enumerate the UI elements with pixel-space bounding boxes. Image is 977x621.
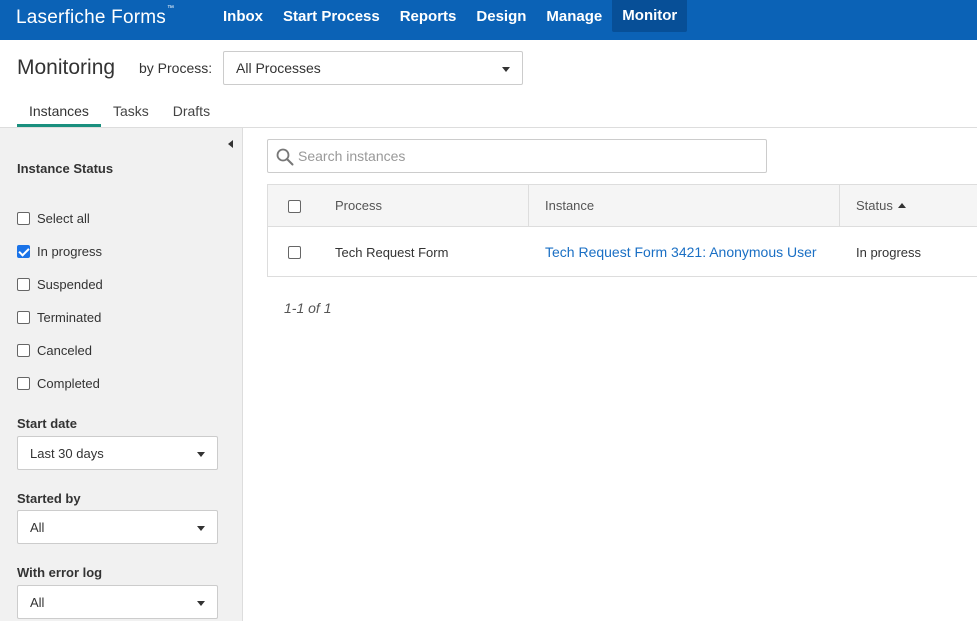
- started-by-select[interactable]: All: [17, 510, 218, 544]
- started-by-value: All: [30, 520, 45, 535]
- start-date-label: Start date: [17, 416, 77, 431]
- canceled-checkbox[interactable]: [17, 344, 30, 357]
- process-select-value: All Processes: [236, 60, 321, 76]
- top-nav-bar: Laserfiche Forms™ Inbox Start Process Re…: [0, 0, 977, 40]
- collapse-sidebar-icon[interactable]: [228, 140, 233, 148]
- status-in-progress[interactable]: In progress: [17, 235, 103, 268]
- status-terminated[interactable]: Terminated: [17, 301, 103, 334]
- error-log-label: With error log: [17, 565, 103, 580]
- status-label: Completed: [37, 376, 100, 391]
- start-date-value: Last 30 days: [30, 446, 104, 461]
- row-process: Tech Request Form: [335, 245, 449, 260]
- instances-table: Process Instance Status Tech Request For…: [267, 184, 977, 277]
- column-divider[interactable]: [528, 185, 529, 227]
- table-header: Process Instance Status: [268, 185, 977, 227]
- status-select-all[interactable]: Select all: [17, 202, 103, 235]
- nav-manage[interactable]: Manage: [536, 0, 612, 40]
- monitor-tabs: Instances Tasks Drafts: [17, 96, 222, 127]
- nav-reports[interactable]: Reports: [390, 0, 467, 40]
- row-instance-link[interactable]: Tech Request Form 3421: Anonymous User: [545, 244, 825, 260]
- column-divider[interactable]: [839, 185, 840, 227]
- select-all-checkbox[interactable]: [17, 212, 30, 225]
- process-select[interactable]: All Processes: [223, 51, 523, 85]
- error-log-value: All: [30, 595, 45, 610]
- nav-inbox[interactable]: Inbox: [213, 0, 273, 40]
- status-label: Select all: [37, 211, 90, 226]
- column-header-status[interactable]: Status: [856, 198, 906, 213]
- completed-checkbox[interactable]: [17, 377, 30, 390]
- row-checkbox[interactable]: [288, 246, 301, 259]
- instance-status-title: Instance Status: [17, 161, 114, 176]
- by-process-label: by Process:: [139, 60, 213, 76]
- page-title: Monitoring: [17, 56, 116, 79]
- status-suspended[interactable]: Suspended: [17, 268, 103, 301]
- column-header-instance[interactable]: Instance: [545, 198, 594, 213]
- status-canceled[interactable]: Canceled: [17, 334, 103, 367]
- status-label: Canceled: [37, 343, 92, 358]
- column-header-process[interactable]: Process: [335, 198, 382, 213]
- error-log-select[interactable]: All: [17, 585, 218, 619]
- trademark-mark: ™: [166, 5, 175, 12]
- tab-tasks[interactable]: Tasks: [101, 96, 161, 127]
- pagination-summary: 1-1 of 1: [284, 300, 332, 316]
- started-by-label: Started by: [17, 491, 81, 506]
- search-box: [267, 139, 767, 173]
- search-input[interactable]: [298, 140, 758, 172]
- brand-name: Laserfiche Forms: [16, 7, 166, 28]
- search-icon: [276, 148, 294, 166]
- nav-design[interactable]: Design: [466, 0, 536, 40]
- start-date-select[interactable]: Last 30 days: [17, 436, 218, 470]
- row-status: In progress: [856, 245, 922, 260]
- status-completed[interactable]: Completed: [17, 367, 103, 400]
- chevron-down-icon: [197, 601, 205, 606]
- tab-instances[interactable]: Instances: [17, 96, 101, 127]
- header-select-all-checkbox[interactable]: [288, 200, 301, 213]
- status-label: In progress: [37, 244, 103, 259]
- nav-monitor[interactable]: Monitor: [612, 0, 688, 32]
- nav-start-process[interactable]: Start Process: [273, 0, 390, 40]
- app-logo[interactable]: Laserfiche Forms™: [16, 5, 175, 29]
- main-nav: Inbox Start Process Reports Design Manag…: [213, 0, 688, 40]
- suspended-checkbox[interactable]: [17, 278, 30, 291]
- in-progress-checkbox[interactable]: [17, 245, 30, 258]
- chevron-down-icon: [197, 526, 205, 531]
- terminated-checkbox[interactable]: [17, 311, 30, 324]
- tab-drafts[interactable]: Drafts: [161, 96, 222, 127]
- status-label: Terminated: [37, 310, 102, 325]
- chevron-down-icon: [502, 67, 510, 72]
- filter-sidebar: Instance Status Select all In progress S…: [0, 128, 243, 621]
- status-filter-list: Select all In progress Suspended Termina…: [17, 202, 103, 400]
- status-header-label: Status: [856, 198, 893, 213]
- status-label: Suspended: [37, 277, 103, 292]
- chevron-down-icon: [197, 452, 205, 457]
- sort-ascending-icon: [897, 203, 906, 208]
